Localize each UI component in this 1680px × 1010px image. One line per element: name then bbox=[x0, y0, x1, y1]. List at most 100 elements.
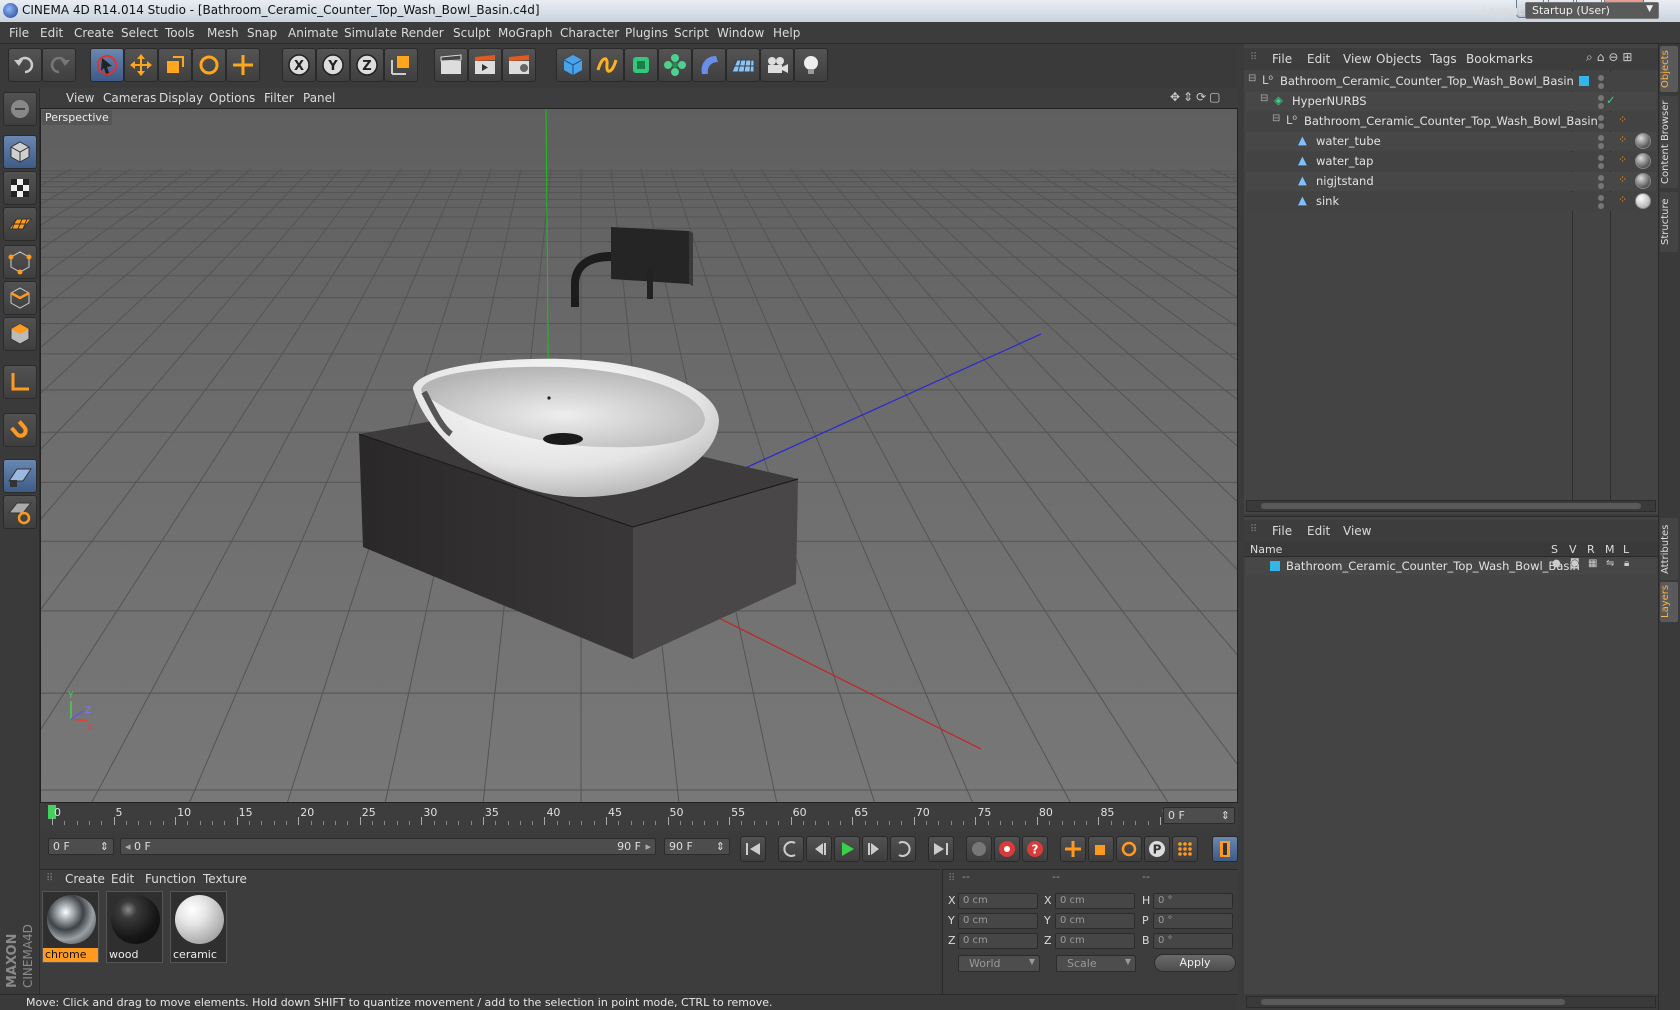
viewport-menu-display[interactable]: Display bbox=[159, 91, 203, 105]
object-menu-bookmarks[interactable]: Bookmarks bbox=[1466, 52, 1533, 66]
workplane-mode-button[interactable] bbox=[3, 207, 37, 241]
menu-plugins[interactable]: Plugins bbox=[625, 26, 668, 40]
layer-lock-icon[interactable]: 🔒︎ bbox=[1624, 558, 1629, 569]
material-menu-texture[interactable]: Texture bbox=[203, 872, 247, 886]
scale-tool-button[interactable] bbox=[158, 48, 192, 82]
object-menu-tags[interactable]: Tags bbox=[1430, 52, 1457, 66]
editor-visibility-dot[interactable] bbox=[1598, 115, 1604, 121]
material-tag-icon[interactable] bbox=[1635, 153, 1651, 169]
x-axis-lock-button[interactable]: X bbox=[282, 48, 316, 82]
object-row[interactable]: ⊟ ◈ HyperNURBS ✓ bbox=[1246, 92, 1656, 111]
menu-render[interactable]: Render bbox=[401, 26, 444, 40]
tab-content-browser[interactable]: Content Browser bbox=[1660, 96, 1678, 188]
object-manager-tool-icons[interactable]: ⌕⌂⊖⊞ bbox=[1586, 50, 1636, 65]
make-editable-button[interactable] bbox=[3, 92, 37, 126]
material-wood[interactable]: wood bbox=[106, 891, 163, 963]
timeline-ruler[interactable] bbox=[40, 803, 1238, 831]
editor-visibility-dot[interactable] bbox=[1598, 175, 1604, 181]
max-frame-field[interactable]: 90 F ⇕ bbox=[664, 838, 730, 855]
menu-script[interactable]: Script bbox=[674, 26, 709, 40]
layer-horizontal-scrollbar[interactable] bbox=[1246, 996, 1656, 1008]
viewport-menu-panel[interactable]: Panel bbox=[303, 91, 335, 105]
apply-button[interactable]: Apply bbox=[1154, 954, 1236, 972]
texture-mode-button[interactable] bbox=[3, 171, 37, 205]
axis-mode-button[interactable] bbox=[3, 365, 37, 399]
workplane-lock-button[interactable] bbox=[3, 459, 37, 493]
enabled-check-icon[interactable]: ✓ bbox=[1606, 93, 1616, 107]
menu-animate[interactable]: Animate bbox=[288, 26, 338, 40]
editor-visibility-dot[interactable] bbox=[1598, 135, 1604, 141]
editor-visibility-dot[interactable] bbox=[1598, 95, 1604, 101]
menu-tools[interactable]: Tools bbox=[165, 26, 195, 40]
object-menu-view[interactable]: View bbox=[1343, 52, 1371, 66]
current-frame-field[interactable]: 0 F ⇕ bbox=[48, 838, 114, 855]
layer-color-swatch[interactable] bbox=[1579, 76, 1589, 86]
coord-position-y-field[interactable]: 0 cm bbox=[958, 913, 1038, 929]
object-row[interactable]: ▲ sink ⁘ bbox=[1246, 192, 1656, 211]
workplane-rotate-button[interactable] bbox=[3, 495, 37, 529]
add-cube-button[interactable] bbox=[556, 48, 590, 82]
previous-frame-button[interactable] bbox=[806, 836, 832, 862]
keyframe-selection-button[interactable]: ? bbox=[1022, 836, 1048, 862]
menu-character[interactable]: Character bbox=[560, 26, 619, 40]
recent-tool-button[interactable] bbox=[226, 48, 260, 82]
layer-render-icon[interactable]: ▦ bbox=[1588, 558, 1597, 569]
render-settings-button[interactable] bbox=[502, 48, 536, 82]
material-ceramic[interactable]: ceramic bbox=[170, 891, 227, 963]
add-array-button[interactable] bbox=[658, 48, 692, 82]
render-view-button[interactable] bbox=[434, 48, 468, 82]
add-camera-button[interactable] bbox=[760, 48, 794, 82]
redo-button[interactable] bbox=[42, 48, 76, 82]
layer-manager-icon[interactable]: ⇋ bbox=[1606, 558, 1614, 569]
add-nurbs-button[interactable] bbox=[624, 48, 658, 82]
layer-menu-file[interactable]: File bbox=[1272, 524, 1292, 538]
editor-visibility-dot[interactable] bbox=[1598, 195, 1604, 201]
coord-position-x-field[interactable]: 0 cm bbox=[958, 893, 1038, 909]
key-parameter-button[interactable]: P bbox=[1144, 836, 1170, 862]
key-scale-button[interactable] bbox=[1088, 836, 1114, 862]
layer-row[interactable]: Bathroom_Ceramic_Counter_Top_Wash_Bowl_B… bbox=[1246, 558, 1656, 575]
viewport-menu-options[interactable]: Options bbox=[209, 91, 255, 105]
tab-attributes[interactable]: Attributes bbox=[1660, 518, 1678, 580]
menu-file[interactable]: File bbox=[9, 26, 29, 40]
y-axis-lock-button[interactable]: Y bbox=[316, 48, 350, 82]
move-tool-button[interactable] bbox=[124, 48, 158, 82]
coord-size-z-field[interactable]: 0 cm bbox=[1055, 933, 1135, 949]
render-visibility-dot[interactable] bbox=[1598, 203, 1604, 209]
edges-mode-button[interactable] bbox=[3, 281, 37, 315]
add-deformer-button[interactable] bbox=[692, 48, 726, 82]
material-tag-icon[interactable] bbox=[1635, 173, 1651, 189]
frame-range-slider[interactable]: ◂ 0 F 90 F ▸ bbox=[120, 838, 656, 855]
tree-expand-icon[interactable]: ⊟ bbox=[1260, 93, 1268, 104]
editor-visibility-dot[interactable] bbox=[1598, 155, 1604, 161]
object-horizontal-scrollbar[interactable] bbox=[1246, 500, 1656, 512]
coordinate-system-button[interactable] bbox=[384, 48, 418, 82]
viewport-nav-icons[interactable]: ✥⇕⟳▢ bbox=[1170, 90, 1234, 106]
live-selection-button[interactable] bbox=[90, 48, 124, 82]
menu-select[interactable]: Select bbox=[121, 26, 158, 40]
render-visibility-dot[interactable] bbox=[1598, 123, 1604, 129]
next-key-button[interactable] bbox=[890, 836, 916, 862]
polygons-mode-button[interactable] bbox=[3, 317, 37, 351]
menu-edit[interactable]: Edit bbox=[40, 26, 63, 40]
layer-solo-icon[interactable]: ● bbox=[1552, 558, 1561, 569]
object-row[interactable]: ▲ water_tube ⁘ bbox=[1246, 132, 1656, 151]
z-axis-lock-button[interactable]: Z bbox=[350, 48, 384, 82]
object-row[interactable]: ▲ water_tap ⁘ bbox=[1246, 152, 1656, 171]
material-chrome[interactable]: chrome bbox=[42, 891, 99, 963]
coord-mode-select[interactable]: Scale ▼ bbox=[1056, 955, 1136, 972]
object-row[interactable]: ⊟ L⁰ Bathroom_Ceramic_Counter_Top_Wash_Bow… bbox=[1246, 72, 1656, 91]
object-menu-file[interactable]: File bbox=[1272, 52, 1292, 66]
tab-structure[interactable]: Structure bbox=[1660, 192, 1678, 252]
menu-mograph[interactable]: MoGraph bbox=[498, 26, 553, 40]
goto-start-button[interactable] bbox=[740, 836, 766, 862]
snap-button[interactable] bbox=[3, 413, 37, 447]
phong-tag-icon[interactable]: ⁘ bbox=[1618, 193, 1627, 206]
coord-rotation-b-field[interactable]: 0 ° bbox=[1153, 933, 1233, 949]
model-mode-button[interactable] bbox=[3, 135, 37, 169]
render-to-picture-viewer-button[interactable] bbox=[468, 48, 502, 82]
goto-end-button[interactable] bbox=[928, 836, 954, 862]
phong-tag-icon[interactable]: ⁘ bbox=[1618, 153, 1627, 166]
render-visibility-dot[interactable] bbox=[1598, 163, 1604, 169]
render-visibility-dot[interactable] bbox=[1598, 103, 1604, 109]
